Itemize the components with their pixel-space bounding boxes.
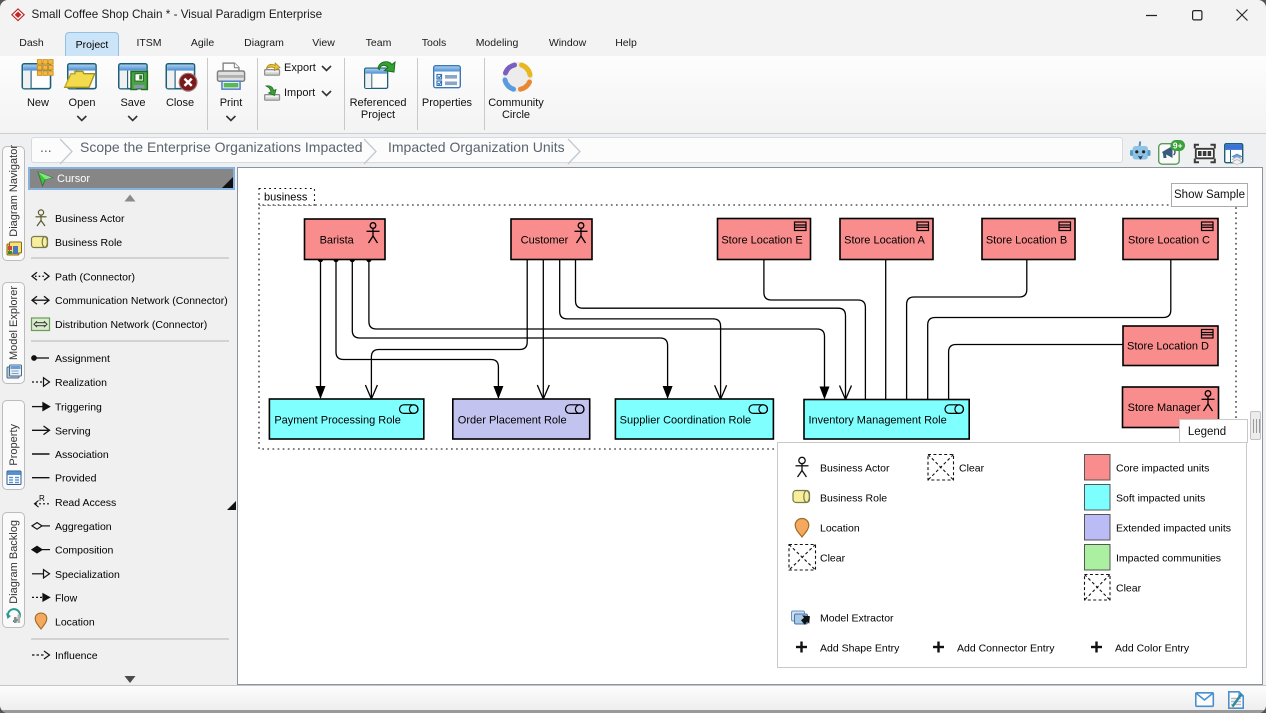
svg-text:Flow: Flow (55, 592, 78, 604)
svg-text:Path (Connector): Path (Connector) (55, 271, 135, 283)
svg-text:9+: 9+ (1173, 141, 1183, 151)
svg-text:Provided: Provided (55, 473, 97, 485)
svg-text:R: R (39, 494, 45, 503)
svg-text:Business Role: Business Role (820, 493, 887, 505)
svg-text:Core impacted units: Core impacted units (1116, 463, 1209, 475)
svg-text:Order Placement Role: Order Placement Role (458, 415, 567, 427)
svg-text:Clear: Clear (959, 463, 985, 475)
svg-text:Location: Location (55, 617, 95, 629)
svg-text:Model Extractor: Model Extractor (820, 613, 894, 625)
svg-text:Business Actor: Business Actor (820, 463, 890, 475)
svg-text:Impacted communities: Impacted communities (1116, 553, 1221, 565)
svg-text:Store Location C: Store Location C (1128, 235, 1210, 247)
svg-text:Triggering: Triggering (55, 402, 102, 414)
svg-text:Business Role: Business Role (55, 237, 122, 249)
svg-text:Business Actor: Business Actor (55, 213, 125, 225)
svg-text:Customer: Customer (521, 235, 569, 247)
svg-text:Supplier Coordination Role: Supplier Coordination Role (620, 415, 751, 427)
svg-text:business: business (264, 192, 308, 204)
svg-text:Add Connector Entry: Add Connector Entry (957, 643, 1055, 655)
svg-text:Location: Location (820, 523, 860, 535)
svg-text:Store Manager: Store Manager (1128, 402, 1201, 414)
svg-text:Serving: Serving (55, 425, 91, 437)
svg-text:Barista: Barista (320, 235, 355, 247)
svg-text:Store Location D: Store Location D (1127, 341, 1209, 353)
svg-text:Store Location B: Store Location B (986, 235, 1067, 247)
svg-text:Extended impacted units: Extended impacted units (1116, 523, 1231, 535)
svg-text:Communication Network (Connect: Communication Network (Connector) (55, 295, 228, 307)
svg-text:Store Location E: Store Location E (721, 235, 802, 247)
svg-text:Inventory Management Role: Inventory Management Role (809, 415, 947, 427)
svg-text:Distribution Network (Connecto: Distribution Network (Connector) (55, 319, 207, 331)
svg-text:Specialization: Specialization (55, 569, 120, 581)
svg-text:Aggregation: Aggregation (55, 521, 112, 533)
svg-text:Read Access: Read Access (55, 497, 116, 509)
svg-text:Soft impacted units: Soft impacted units (1116, 493, 1205, 505)
svg-text:Clear: Clear (1116, 583, 1142, 595)
svg-text:Assignment: Assignment (55, 353, 110, 365)
svg-text:Realization: Realization (55, 377, 107, 389)
svg-text:Composition: Composition (55, 545, 114, 557)
svg-text:Payment Processing Role: Payment Processing Role (274, 415, 401, 427)
svg-text:Association: Association (55, 449, 109, 461)
svg-text:Add Color Entry: Add Color Entry (1115, 643, 1190, 655)
svg-text:Store Location A: Store Location A (844, 235, 925, 247)
svg-text:Influence: Influence (55, 650, 98, 662)
svg-text:Add Shape Entry: Add Shape Entry (820, 643, 900, 655)
svg-text:Clear: Clear (820, 553, 846, 565)
